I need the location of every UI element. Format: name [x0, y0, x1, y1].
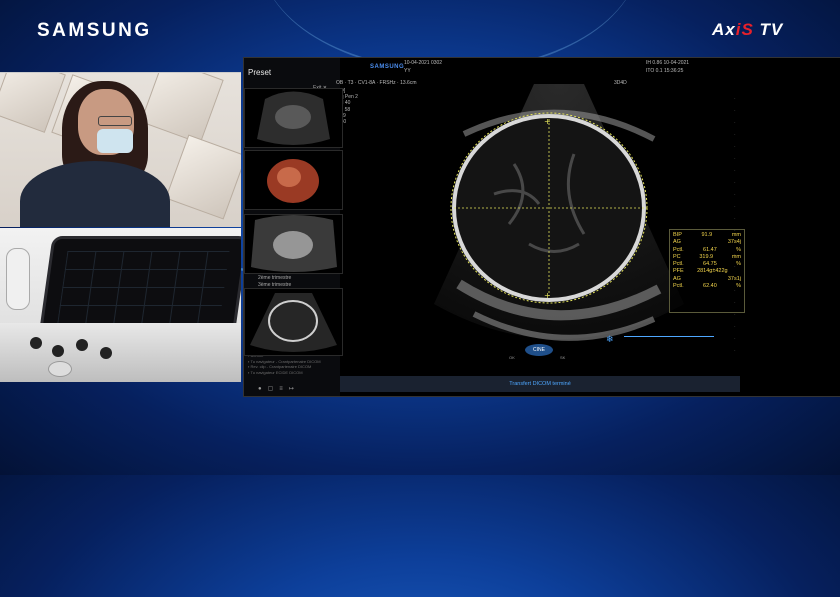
- console-knob: [100, 347, 112, 359]
- circle-icon[interactable]: ●: [258, 386, 268, 392]
- depth-scale: ----------------------: [734, 95, 736, 352]
- probe-info: OB · T3 · CV1-8A · FRSHz · 13.6cm: [336, 80, 417, 86]
- clock-info: ITO 0.1 15:36:25: [646, 68, 684, 74]
- presenter-body: [20, 161, 170, 227]
- thumbnail-2d[interactable]: [244, 88, 343, 148]
- preset-item[interactable]: 2ème trimestre: [248, 275, 328, 283]
- samsung-logo: SAMSUNG: [37, 20, 152, 41]
- list-icon[interactable]: ≡: [279, 386, 289, 392]
- presenter-camera-feed: [0, 72, 241, 227]
- recent-item[interactable]: ▪ Rev. clip - Crantpartenaire DICOM: [248, 364, 321, 370]
- index-info: IH 0.86 10-04-2021: [646, 60, 690, 66]
- probe-holder: [6, 248, 30, 310]
- recent-item[interactable]: ▪ Tu navigateur ECIDE DICOM: [248, 370, 321, 376]
- console-knob: [76, 339, 88, 351]
- preset-title: Preset: [248, 68, 272, 77]
- measurement-row: Pctl. 64.75%: [673, 261, 741, 268]
- ultrasound-screen: Preset Exit ✕ ▸ RÉGLAGES UTILISATEURCERV…: [243, 57, 840, 397]
- acoustic-panel: [140, 73, 224, 144]
- arrow-icon[interactable]: ↦: [289, 386, 300, 392]
- axis-tv-logo: AxiS TV: [712, 20, 784, 39]
- dicom-status-bar: Transfert DICOM terminé: [340, 376, 740, 392]
- console-keyboard: [0, 323, 241, 382]
- cine-scale[interactable]: [624, 336, 714, 337]
- console-camera-feed: [0, 228, 241, 382]
- thumbnail-head[interactable]: [244, 288, 343, 356]
- measurement-row: AG 37s4j: [673, 239, 741, 246]
- svg-text:+: +: [544, 291, 551, 300]
- measurement-row: PC 319.9 mm: [673, 253, 741, 260]
- exam-date: 10-04-2021 0302: [404, 60, 443, 66]
- svg-text:+: +: [544, 117, 551, 126]
- acoustic-panel: [165, 134, 241, 220]
- measurement-row: AG 37s1j: [673, 275, 741, 282]
- presenter-glasses: [98, 116, 132, 126]
- sk-label: SK: [560, 355, 566, 360]
- cine-button[interactable]: CINE: [525, 344, 553, 356]
- measurement-row: BIP 91.9 mm: [673, 232, 741, 238]
- thumbnail-3d[interactable]: [244, 150, 343, 210]
- measurement-row: Pctl. 61.47%: [673, 246, 741, 253]
- square-icon[interactable]: ▢: [268, 386, 280, 392]
- measurement-row: Pctl. 62.40%: [673, 283, 741, 290]
- trackball: [48, 361, 72, 377]
- thumbnail-abdomen[interactable]: [244, 214, 343, 274]
- console-knob: [30, 337, 42, 349]
- console-knob: [52, 345, 64, 357]
- ok-label: OK: [509, 355, 515, 360]
- measurement-row: PFE 2814g±422g: [673, 268, 728, 275]
- snowflake-icon[interactable]: ❄: [606, 334, 614, 345]
- device-brand: SAMSUNG: [370, 64, 405, 70]
- ultrasound-image[interactable]: + +: [434, 84, 684, 356]
- preset-toolbar: ●▢≡↦: [258, 385, 300, 392]
- patient-id: YY: [404, 68, 411, 74]
- presenter-mask: [97, 129, 133, 153]
